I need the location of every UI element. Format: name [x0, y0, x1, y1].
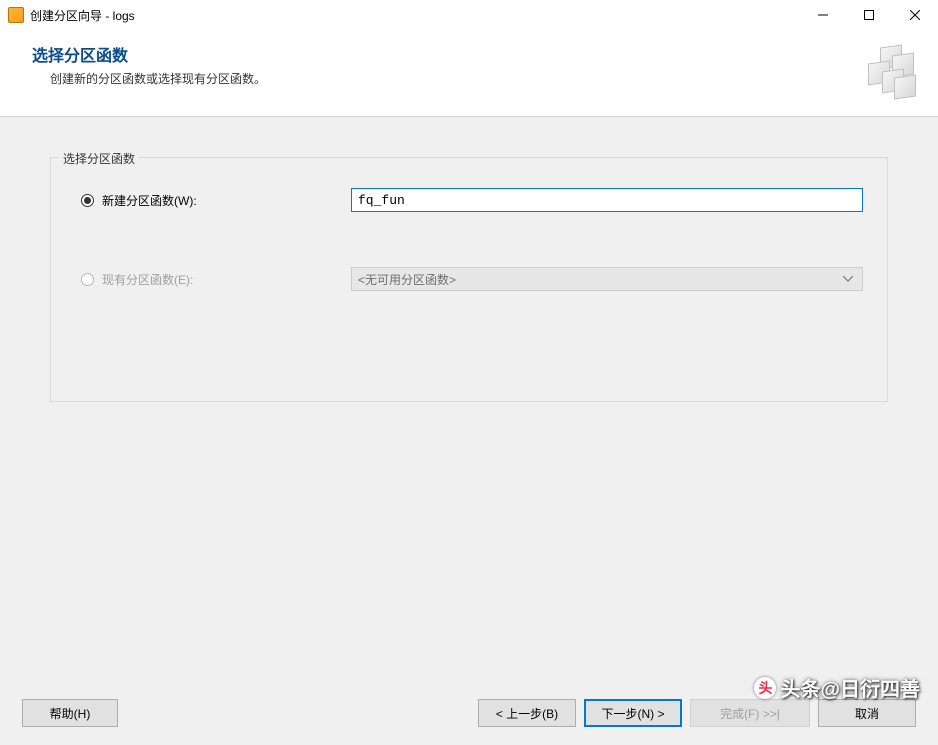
radio-selected-icon: [81, 194, 94, 207]
page-subtitle: 创建新的分区函数或选择现有分区函数。: [50, 70, 862, 87]
main-content: 选择分区函数 新建分区函数(W): 现有分区函数(E): <无可用分区函数>: [0, 117, 938, 745]
window-title: 创建分区向导 - logs: [30, 7, 800, 24]
existing-function-row: 现有分区函数(E): <无可用分区函数>: [75, 267, 863, 291]
help-button[interactable]: 帮助(H): [22, 699, 118, 727]
finish-button: 完成(F) >>|: [690, 699, 810, 727]
new-function-label: 新建分区函数(W):: [102, 192, 197, 209]
existing-function-radio: 现有分区函数(E):: [81, 271, 351, 288]
wizard-footer: 帮助(H) < 上一步(B) 下一步(N) > 完成(F) >>| 取消: [0, 699, 938, 727]
new-function-radio[interactable]: 新建分区函数(W):: [81, 192, 351, 209]
page-title: 选择分区函数: [32, 42, 862, 66]
partition-function-group: 选择分区函数 新建分区函数(W): 现有分区函数(E): <无可用分区函数>: [50, 157, 888, 402]
chevron-down-icon: [840, 276, 856, 282]
combo-placeholder: <无可用分区函数>: [358, 271, 840, 288]
cubes-icon: [862, 42, 918, 98]
maximize-button[interactable]: [846, 0, 892, 30]
existing-function-combo: <无可用分区函数>: [351, 267, 863, 291]
app-icon: [8, 7, 24, 23]
existing-function-label: 现有分区函数(E):: [102, 271, 193, 288]
new-function-row: 新建分区函数(W):: [75, 188, 863, 212]
radio-unselected-icon: [81, 273, 94, 286]
minimize-button[interactable]: [800, 0, 846, 30]
titlebar: 创建分区向导 - logs: [0, 0, 938, 30]
next-button[interactable]: 下一步(N) >: [584, 699, 682, 727]
window-controls: [800, 0, 938, 30]
back-button[interactable]: < 上一步(B): [478, 699, 576, 727]
close-button[interactable]: [892, 0, 938, 30]
wizard-header: 选择分区函数 创建新的分区函数或选择现有分区函数。: [0, 30, 938, 117]
cancel-button[interactable]: 取消: [818, 699, 916, 727]
group-legend: 选择分区函数: [59, 150, 139, 167]
new-function-input[interactable]: [351, 188, 863, 212]
